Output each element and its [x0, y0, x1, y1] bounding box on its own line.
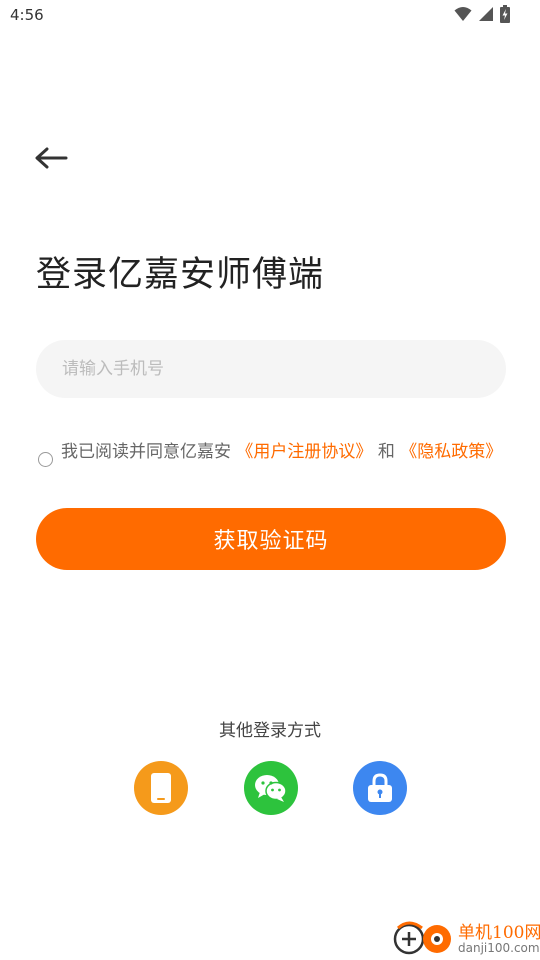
- watermark-name: 单机100网: [458, 923, 540, 943]
- status-bar: 4:56: [0, 0, 540, 32]
- signal-icon: [479, 7, 493, 21]
- watermark-domain: danji100.com: [458, 941, 540, 955]
- other-login-title: 其他登录方式: [219, 721, 321, 741]
- phone-login-button[interactable]: [134, 761, 188, 815]
- phone-icon: [151, 773, 171, 803]
- status-icons: [454, 5, 510, 23]
- battery-icon: [500, 5, 510, 23]
- agreement-checkbox[interactable]: [38, 452, 53, 467]
- agreement-and: 和: [377, 442, 395, 462]
- privacy-policy-link[interactable]: 《隐私政策》: [400, 442, 502, 462]
- user-agreement-link[interactable]: 《用户注册协议》: [236, 442, 372, 462]
- wechat-login-button[interactable]: [244, 761, 298, 815]
- status-time: 4:56: [10, 6, 44, 24]
- agreement-text: 我已阅读并同意亿嘉安 《用户注册协议》 和 《隐私政策》: [61, 442, 506, 462]
- wifi-icon: [454, 7, 472, 21]
- phone-field[interactable]: [36, 340, 506, 398]
- phone-input[interactable]: [36, 340, 506, 398]
- back-button[interactable]: [30, 140, 72, 176]
- watermark: 单机100网 danji100.com: [392, 916, 540, 960]
- arrow-left-icon: [35, 147, 68, 169]
- page-title: 登录亿嘉安师傅端: [36, 255, 325, 295]
- password-login-button[interactable]: [353, 761, 407, 815]
- wechat-icon: [255, 775, 287, 802]
- agreement-prefix: 我已阅读并同意亿嘉安: [61, 442, 231, 462]
- lock-icon: [368, 773, 392, 802]
- agreement-row: 我已阅读并同意亿嘉安 《用户注册协议》 和 《隐私政策》: [36, 442, 506, 467]
- danji-logo-icon: [393, 921, 451, 955]
- get-code-button[interactable]: 获取验证码: [36, 508, 506, 570]
